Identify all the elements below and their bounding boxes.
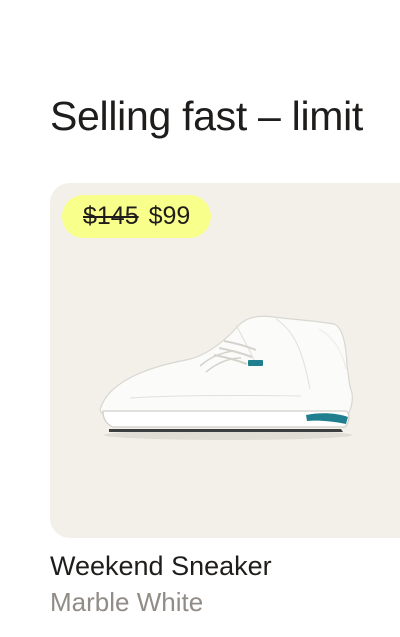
white-sneaker-image[interactable] [96,311,360,441]
price-badge: $145 $99 [62,195,212,238]
product-color-variant: Marble White [50,587,204,617]
sale-price: $99 [148,202,191,230]
original-price: $145 [83,202,139,230]
product-page: Selling fast – limit $145 $99 Weekend Sn… [0,0,400,637]
product-name[interactable]: Weekend Sneaker [50,551,272,582]
section-title: Selling fast – limit [50,93,364,139]
product-card[interactable]: $145 $99 [50,183,400,538]
